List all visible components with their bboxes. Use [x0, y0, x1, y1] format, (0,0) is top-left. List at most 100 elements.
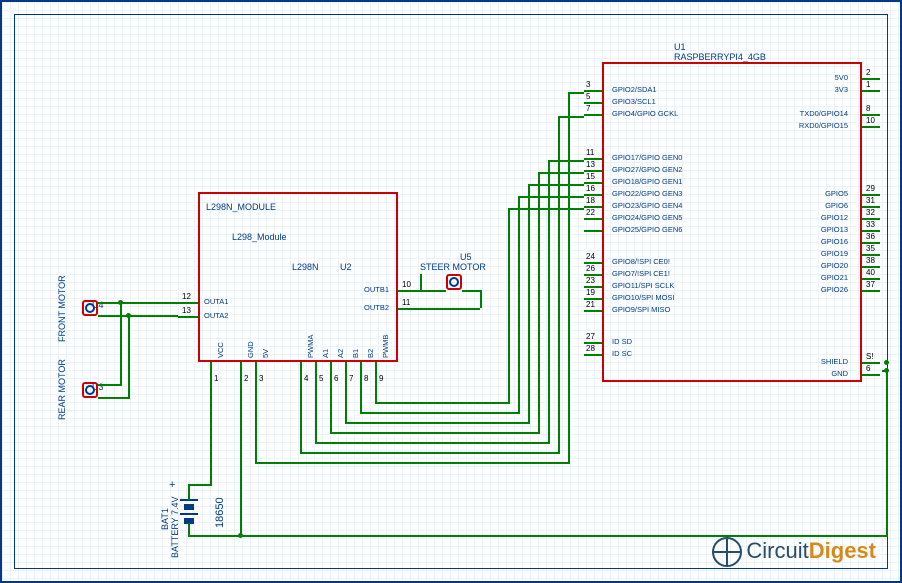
pin-num: S! — [866, 352, 874, 361]
pin-name: B2 — [366, 349, 375, 358]
pin-num: 12 — [182, 292, 191, 301]
pin-stub — [862, 362, 880, 364]
u2-part: L298N — [292, 262, 319, 272]
wire — [315, 442, 550, 444]
wire — [360, 384, 362, 414]
wire — [188, 484, 212, 486]
pin-name: PWMA — [306, 335, 315, 358]
pin-num: 22 — [586, 208, 595, 217]
pin-name: GPIO19 — [821, 249, 848, 258]
pin-stub — [584, 354, 602, 356]
pin-name: GPIO24/GPIO GEN5 — [612, 213, 682, 222]
pin-name: GPIO18/GPIO GEN1 — [612, 177, 682, 186]
u2-name: L298N_MODULE — [206, 202, 276, 212]
pin-stub — [584, 230, 602, 232]
pin-num: 5 — [586, 92, 590, 101]
pin-stub — [240, 362, 242, 384]
pin-num: 8 — [364, 374, 368, 383]
pin-num: 16 — [586, 184, 595, 193]
wire — [330, 432, 540, 434]
pin-name: GPIO7/!SPI CE1! — [612, 269, 670, 278]
pin-num: 28 — [586, 344, 595, 353]
pin-name: GPIO10/SPI MOSI — [612, 293, 675, 302]
wire — [548, 160, 584, 162]
wire — [315, 384, 317, 444]
pin-name: 5V0 — [835, 73, 848, 82]
pin-num: 19 — [586, 288, 595, 297]
pin-stub — [862, 126, 880, 128]
pin-name: 5V — [261, 349, 270, 358]
junction — [126, 313, 131, 318]
wire — [548, 160, 550, 444]
pin-num: 15 — [586, 172, 595, 181]
junction — [884, 360, 889, 365]
wire — [508, 208, 510, 404]
pin-num: 6 — [334, 374, 338, 383]
logo-icon — [712, 537, 742, 567]
pin-num: 13 — [182, 306, 191, 315]
pin-name: A2 — [336, 349, 345, 358]
pin-num: 10 — [866, 116, 875, 125]
pin-stub — [862, 374, 880, 376]
u2-value: L298_Module — [232, 232, 287, 242]
pin-stub — [584, 114, 602, 116]
pin-name: GPIO26 — [821, 285, 848, 294]
pin-num: 9 — [379, 374, 383, 383]
wire — [255, 462, 570, 464]
wire — [98, 397, 130, 399]
wire — [255, 384, 257, 464]
wire — [98, 315, 178, 317]
wire — [462, 290, 482, 292]
pin-name: GPIO13 — [821, 225, 848, 234]
pin-num: 11 — [402, 298, 410, 307]
wire — [345, 384, 347, 424]
u2-ref: U2 — [340, 262, 352, 272]
circuitdigest-logo: CircuitDigest — [712, 537, 876, 567]
pin-name: GPIO6 — [825, 201, 848, 210]
pin-stub — [178, 316, 198, 318]
pin-name: 3V3 — [835, 85, 848, 94]
wire — [128, 315, 130, 397]
wire — [300, 452, 560, 454]
pin-num: 11 — [586, 148, 594, 157]
pin-num: 13 — [586, 160, 595, 169]
pin-num: 24 — [586, 252, 595, 261]
junction — [118, 300, 123, 305]
u5-ref: U5 — [460, 252, 472, 262]
pin-name: OUTA1 — [204, 297, 228, 306]
pin-stub — [345, 362, 347, 384]
pin-name: SHIELD — [821, 357, 848, 366]
pin-num: 3 — [259, 374, 263, 383]
pin-name: GPIO20 — [821, 261, 848, 270]
motor-u5 — [446, 274, 462, 290]
wire — [568, 92, 584, 94]
pin-name: RXD0/GPIO15 — [799, 121, 848, 130]
pin-name: ID SD — [612, 337, 632, 346]
pin-name: OUTA2 — [204, 311, 228, 320]
pin-num: 7 — [349, 374, 353, 383]
pin-name: GPIO12 — [821, 213, 848, 222]
u4-name: FRONT MOTOR — [57, 275, 67, 342]
pin-stub — [398, 308, 420, 310]
bat-value: BATTERY 7.4V — [170, 496, 180, 558]
pin-name: GPIO11/SPI SCLK — [612, 281, 674, 290]
pin-name: VCC — [216, 342, 225, 358]
wire — [300, 384, 302, 454]
pin-num: 2 — [866, 68, 870, 77]
pin-num: 1 — [214, 374, 218, 383]
wire — [528, 184, 530, 424]
pin-stub — [300, 362, 302, 384]
pin-num: 1 — [866, 80, 870, 89]
pin-stub — [862, 78, 880, 80]
battery-symbol — [180, 513, 198, 515]
wire — [420, 308, 480, 310]
pin-num: 31 — [866, 196, 875, 205]
wire — [480, 290, 482, 308]
wire — [518, 196, 520, 414]
pin-name: GPIO22/GPIO GEN3 — [612, 189, 682, 198]
bat-ref: BAT1 — [160, 508, 170, 530]
wire — [188, 484, 190, 500]
u5-name: STEER MOTOR — [420, 262, 486, 272]
pin-num: 7 — [586, 104, 590, 113]
wire — [528, 184, 584, 186]
